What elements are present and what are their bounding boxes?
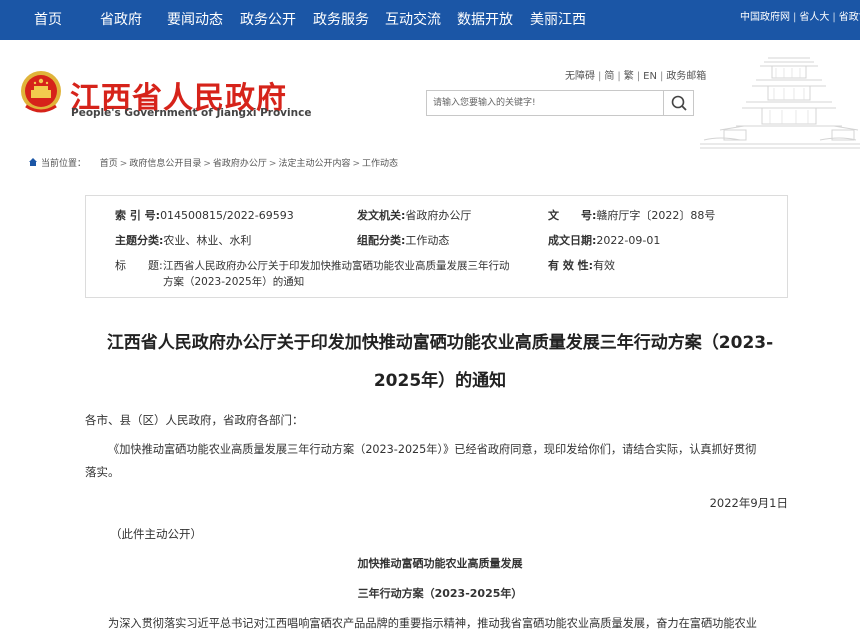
divider: |	[793, 12, 797, 23]
doc-title-line: 江西省人民政府办公厅关于印发加快推动富硒功能农业高质量发展三年行动	[163, 260, 510, 272]
theme-field: 主题分类:农业、林业、水利	[115, 233, 251, 249]
salutation: 各市、县（区）人民政府，省政府各部门：	[85, 413, 304, 427]
doc-number-label: 文 号:	[548, 209, 597, 222]
nav-item-gov-services[interactable]: 政务服务	[313, 0, 369, 40]
nav-item-gov-affairs-public[interactable]: 政务公开	[240, 0, 296, 40]
written-date-value: 2022-09-01	[596, 234, 661, 247]
breadcrumb-prefix: 当前位置：	[41, 159, 87, 169]
link-provincial-congress[interactable]: 省人大	[799, 12, 829, 23]
validity-field: 有 效 性:有效	[548, 258, 615, 274]
validity-value: 有效	[593, 259, 616, 272]
chevron-right-icon: >	[119, 159, 128, 169]
doc-title-label: 标 题:	[115, 259, 163, 272]
written-date-field: 成文日期:2022-09-01	[548, 233, 660, 249]
index-number-value: 014500815/2022-69593	[160, 209, 294, 222]
theme-value: 农业、林业、水利	[163, 234, 252, 247]
article-title-line: 2025年）的通知	[373, 371, 507, 391]
divider: |	[659, 71, 664, 82]
nav-item-home[interactable]: 首页	[34, 0, 62, 40]
english-link[interactable]: EN	[643, 71, 657, 82]
theme-label: 主题分类:	[115, 234, 164, 247]
search-input[interactable]	[427, 91, 665, 115]
category-label: 组配分类:	[357, 234, 406, 247]
public-note: （此件主动公开）	[110, 527, 202, 541]
chevron-right-icon: >	[268, 159, 277, 169]
intro-paragraph: 为深入贯彻落实习近平总书记对江西唱响富硒农产品品牌的重要指示精神，推动我省富硒功…	[108, 617, 757, 630]
breadcrumb-home[interactable]: 首页	[100, 155, 118, 173]
breadcrumb-work-news[interactable]: 工作动态	[362, 155, 398, 173]
breadcrumb-general-office[interactable]: 省政府办公厅	[213, 155, 267, 173]
doc-number-value: 赣府厅字〔2022〕88号	[596, 209, 716, 222]
nav-item-interaction[interactable]: 互动交流	[385, 0, 441, 40]
issuer-value: 省政府办公厅	[405, 209, 472, 222]
nav-item-beautiful-jiangxi[interactable]: 美丽江西	[530, 0, 586, 40]
search-button[interactable]	[663, 91, 693, 115]
link-provincial-cppcc[interactable]: 省政协	[839, 12, 860, 23]
validity-label: 有 效 性:	[548, 259, 594, 272]
national-emblem-icon	[21, 71, 61, 113]
breadcrumb-info-catalog[interactable]: 政府信息公开目录	[129, 155, 201, 173]
issuer-field: 发文机关:省政府办公厅	[357, 208, 471, 224]
issue-date: 2022年9月1日	[709, 496, 788, 510]
doc-number-field: 文 号:赣府厅字〔2022〕88号	[548, 208, 715, 224]
category-value: 工作动态	[405, 234, 450, 247]
body-line: 落实。	[85, 465, 120, 479]
document-info-box: 索 引 号:014500815/2022-69593 发文机关:省政府办公厅 文…	[85, 195, 788, 298]
body-line: 《加快推动富硒功能农业高质量发展三年行动方案（2023-2025年）》已经省政府…	[108, 443, 757, 456]
simplified-chinese-link[interactable]: 简	[604, 71, 614, 82]
divider: |	[617, 71, 621, 82]
body-paragraph: 《加快推动富硒功能农业高质量发展三年行动方案（2023-2025年）》已经省政府…	[85, 439, 790, 483]
accessibility-link[interactable]: 无障碍	[565, 71, 595, 82]
external-links: 中国政府网|省人大|省政协	[740, 0, 860, 40]
written-date-label: 成文日期:	[548, 234, 597, 247]
traditional-chinese-link[interactable]: 繁	[624, 71, 634, 82]
article-title: 江西省人民政府办公厅关于印发加快推动富硒功能农业高质量发展三年行动方案（2023…	[90, 327, 790, 397]
plan-subtitle-line2: 三年行动方案（2023-2025年）	[357, 587, 523, 600]
category-field: 组配分类:工作动态	[357, 233, 449, 249]
nav-item-news[interactable]: 要闻动态	[167, 0, 223, 40]
nav-item-province-gov[interactable]: 省政府	[100, 0, 142, 40]
breadcrumb: 当前位置： 首页 > 政府信息公开目录 > 省政府办公厅 > 法定主动公开内容 > 工作动态	[28, 155, 398, 173]
link-china-gov[interactable]: 中国政府网	[740, 12, 790, 23]
doc-title-line: 方案（2023-2025年）的通知	[163, 276, 305, 288]
site-header: 江西省人民政府 People's Government of Jiangxi P…	[0, 40, 860, 154]
issuer-label: 发文机关:	[357, 209, 406, 222]
divider: |	[636, 71, 641, 82]
search-box	[426, 90, 694, 116]
tengwang-pavilion-illustration	[700, 57, 860, 149]
utility-links: 无障碍 | 简 | 繁 | EN | 政务邮箱	[565, 67, 706, 82]
breadcrumb-statutory-content[interactable]: 法定主动公开内容	[278, 155, 350, 173]
top-nav-bar: 首页 省政府 要闻动态 政务公开 政务服务 互动交流 数据开放 美丽江西 中国政…	[0, 0, 860, 40]
chevron-right-icon: >	[203, 159, 211, 169]
nav-item-open-data[interactable]: 数据开放	[457, 0, 513, 40]
index-number-label: 索 引 号:	[115, 209, 161, 222]
article-title-line: 江西省人民政府办公厅关于印发加快推动富硒功能农业高质量发展三年行动方案（2023…	[106, 333, 774, 353]
index-number-field: 索 引 号:014500815/2022-69593	[115, 208, 294, 224]
doc-title-value: 江西省人民政府办公厅关于印发加快推动富硒功能农业高质量发展三年行动 方案（202…	[163, 258, 533, 290]
divider: |	[832, 12, 836, 23]
location-icon	[29, 158, 37, 166]
chevron-right-icon: >	[352, 159, 361, 169]
site-title-en: People's Government of Jiangxi Province	[71, 107, 312, 119]
search-icon	[671, 95, 687, 111]
divider: |	[598, 71, 602, 82]
plan-subtitle-line1: 加快推动富硒功能农业高质量发展	[357, 557, 523, 570]
